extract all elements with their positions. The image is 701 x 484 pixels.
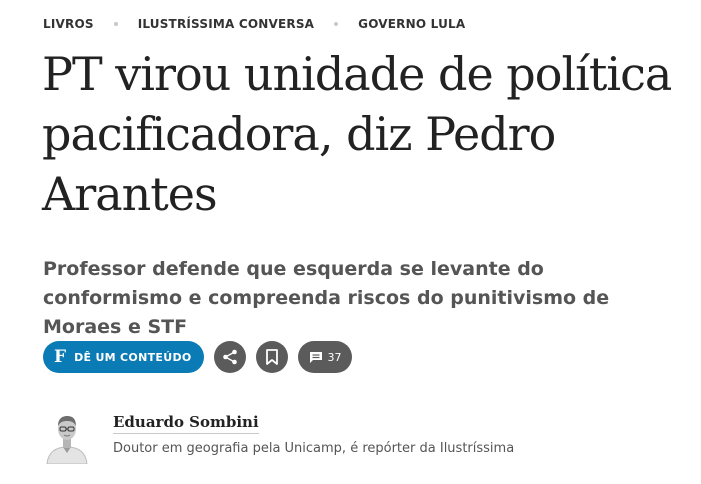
author-block: Eduardo Sombini Doutor em geografia pela…	[45, 412, 514, 465]
tag-governo-lula[interactable]: GOVERNO LULA	[358, 17, 465, 31]
tag-livros[interactable]: LIVROS	[43, 17, 94, 31]
tag-ilustrissima-conversa[interactable]: ILUSTRÍSSIMA CONVERSA	[138, 17, 314, 31]
comments-button[interactable]: 37	[297, 341, 352, 373]
folha-logo-icon: F	[54, 346, 67, 367]
give-content-label: DÊ UM CONTEÚDO	[74, 350, 192, 364]
author-avatar	[45, 412, 89, 465]
bookmark-icon	[265, 349, 278, 365]
topic-tags: LIVROS ILUSTRÍSSIMA CONVERSA GOVERNO LUL…	[43, 16, 465, 32]
article-actions: F DÊ UM CONTEÚDO 37	[43, 341, 352, 373]
comments-count: 37	[327, 350, 342, 364]
share-button[interactable]	[213, 341, 246, 373]
author-bio: Doutor em geografia pela Unicamp, é repó…	[113, 441, 515, 456]
comment-icon	[309, 351, 322, 363]
bookmark-button[interactable]	[255, 341, 288, 373]
tag-separator	[334, 22, 339, 26]
tag-separator	[113, 22, 118, 26]
author-name-link[interactable]: Eduardo Sombini	[113, 413, 259, 434]
author-info: Eduardo Sombini Doutor em geografia pela…	[113, 412, 514, 456]
give-content-button[interactable]: F DÊ UM CONTEÚDO	[43, 341, 204, 373]
article-subtitle: Professor defende que esquerda se levant…	[43, 258, 610, 338]
article-headline: PT virou unidade de política pacificador…	[42, 47, 672, 221]
share-icon	[222, 349, 237, 365]
